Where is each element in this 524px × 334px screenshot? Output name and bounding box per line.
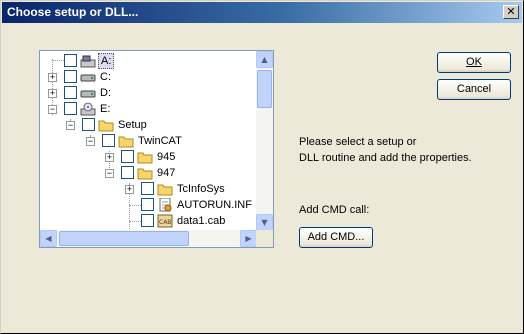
- hard-drive-icon: [80, 70, 96, 84]
- collapse-icon[interactable]: −: [48, 105, 57, 114]
- cancel-button-label: Cancel: [456, 83, 492, 95]
- horizontal-scrollbar[interactable]: ◀ ▶: [40, 230, 257, 247]
- svg-text:CAB: CAB: [159, 219, 171, 226]
- tree-item-twincat[interactable]: − TwinCAT: [40, 133, 255, 149]
- tree-item-label: data1.cab: [177, 215, 226, 227]
- expand-icon[interactable]: +: [105, 153, 114, 162]
- tree-checkbox[interactable]: [64, 86, 77, 99]
- collapse-icon[interactable]: −: [86, 137, 95, 146]
- arrow-down-icon: ▼: [261, 218, 268, 227]
- tree-item-label: Setup: [118, 119, 147, 131]
- tree-checkbox[interactable]: [141, 182, 154, 195]
- ok-button-label: OK: [466, 56, 482, 68]
- tree-checkbox[interactable]: [64, 54, 77, 67]
- scroll-right-button[interactable]: ▶: [240, 230, 257, 247]
- folder-icon: [118, 134, 134, 148]
- tree-item-label: A:: [98, 53, 115, 69]
- ok-button[interactable]: OK: [437, 52, 511, 73]
- tree-checkbox[interactable]: [82, 118, 95, 131]
- collapse-icon[interactable]: −: [66, 121, 75, 130]
- scrollbar-corner: [256, 230, 273, 247]
- tree-item-tcinfosys[interactable]: + TcInfoSys: [40, 181, 255, 197]
- tree-checkbox[interactable]: [64, 102, 77, 115]
- close-icon: ✕: [506, 5, 516, 18]
- tree-item-label: E:: [100, 103, 111, 115]
- tree-item-c-drive[interactable]: + C:: [40, 69, 255, 85]
- tree-item-label: D:: [100, 87, 111, 99]
- tree-item-autorun-inf[interactable]: AUTORUN.INF: [40, 197, 255, 213]
- tree-checkbox[interactable]: [141, 198, 154, 211]
- scroll-down-button[interactable]: ▼: [256, 214, 273, 231]
- tree-item-label: 945: [157, 151, 176, 163]
- arrow-up-icon: ▲: [261, 55, 268, 64]
- cancel-button[interactable]: Cancel: [437, 79, 511, 100]
- folder-icon: [98, 118, 114, 132]
- folder-icon: [157, 182, 173, 196]
- tree-checkbox[interactable]: [64, 70, 77, 83]
- close-button[interactable]: ✕: [503, 5, 519, 19]
- tree-item-e-drive[interactable]: − E:: [40, 101, 255, 117]
- info-text-line-1: Please select a setup or: [299, 136, 417, 148]
- tree-checkbox[interactable]: [121, 150, 134, 163]
- arrow-left-icon: ◀: [45, 234, 52, 243]
- tree-item-label: AUTORUN.INF: [177, 199, 252, 211]
- hard-drive-icon: [80, 86, 96, 100]
- info-text-line-2: DLL routine and add the properties.: [299, 152, 472, 164]
- floppy-drive-icon: [80, 54, 96, 68]
- tree-content: A: + C: + D: − E: − Setup − TwinCAT + 94…: [40, 51, 257, 231]
- tree-checkbox[interactable]: [141, 214, 154, 227]
- expand-icon[interactable]: +: [125, 185, 134, 194]
- vertical-scroll-thumb[interactable]: [257, 70, 272, 108]
- arrow-right-icon: ▶: [245, 234, 252, 243]
- folder-icon: [137, 166, 153, 180]
- folder-icon: [137, 150, 153, 164]
- cab-file-icon: CAB: [157, 214, 173, 228]
- expand-icon[interactable]: +: [48, 89, 57, 98]
- tree-item-947[interactable]: − 947: [40, 165, 255, 181]
- tree-item-label: TcInfoSys: [177, 183, 225, 195]
- file-tree[interactable]: A: + C: + D: − E: − Setup − TwinCAT + 94…: [39, 50, 274, 248]
- tree-item-a-drive[interactable]: A:: [40, 53, 255, 69]
- inf-file-icon: [157, 197, 173, 212]
- tree-item-d-drive[interactable]: + D:: [40, 85, 255, 101]
- horizontal-scroll-thumb[interactable]: [59, 231, 189, 246]
- add-cmd-button-label: Add CMD...: [307, 231, 365, 243]
- cd-drive-icon: [80, 102, 96, 116]
- tree-item-setup[interactable]: − Setup: [40, 117, 255, 133]
- tree-checkbox[interactable]: [102, 134, 115, 147]
- tree-item-data1-cab[interactable]: CAB data1.cab: [40, 213, 255, 229]
- window-title: Choose setup or DLL...: [7, 5, 139, 19]
- vertical-scrollbar[interactable]: ▲ ▼: [256, 51, 273, 231]
- add-cmd-call-label: Add CMD call:: [299, 204, 370, 216]
- add-cmd-button[interactable]: Add CMD...: [299, 227, 373, 248]
- title-bar[interactable]: Choose setup or DLL... ✕: [2, 2, 522, 23]
- scroll-left-button[interactable]: ◀: [40, 230, 57, 247]
- tree-item-label: C:: [100, 71, 111, 83]
- tree-item-945[interactable]: + 945: [40, 149, 255, 165]
- tree-item-label: 947: [157, 167, 176, 179]
- expand-icon[interactable]: +: [48, 73, 57, 82]
- dialog-window: Choose setup or DLL... ✕ A: + C: + D: − …: [0, 0, 524, 334]
- tree-checkbox[interactable]: [121, 166, 134, 179]
- tree-item-label: TwinCAT: [138, 135, 182, 147]
- collapse-icon[interactable]: −: [105, 169, 114, 178]
- scroll-up-button[interactable]: ▲: [256, 51, 273, 68]
